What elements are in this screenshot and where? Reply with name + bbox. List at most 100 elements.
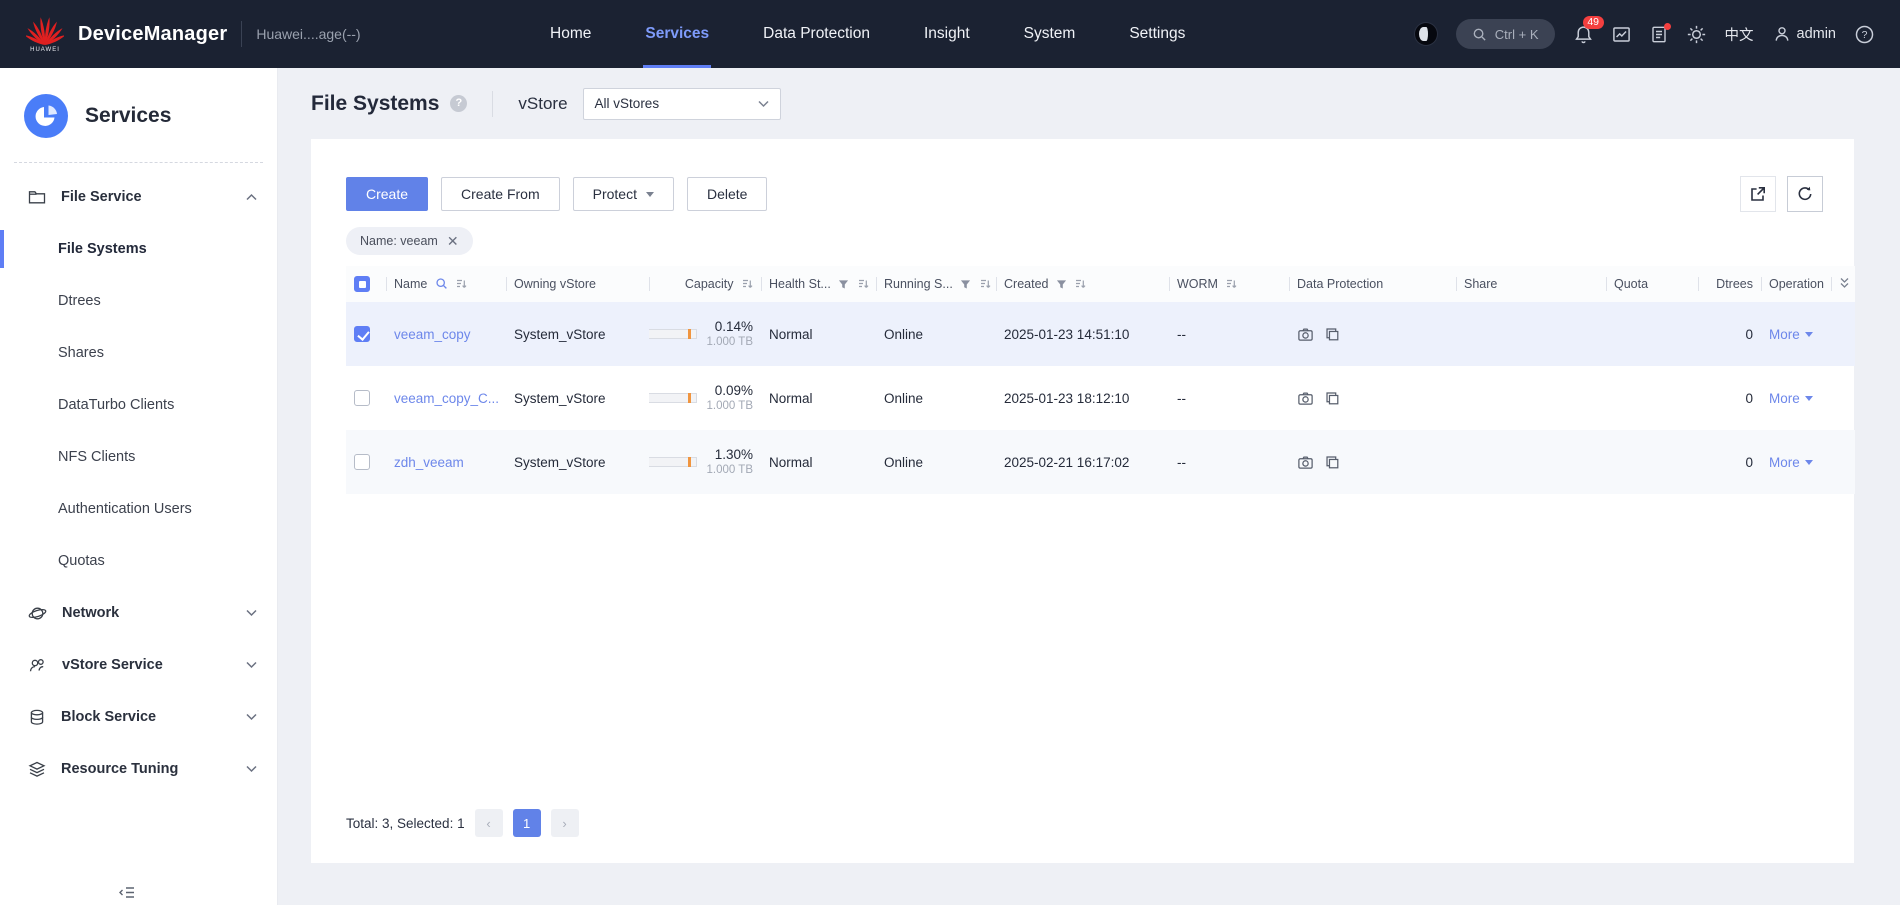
sort-icon[interactable] — [741, 278, 753, 290]
clone-copy-icon[interactable] — [1324, 390, 1341, 407]
snapshot-camera-icon[interactable] — [1297, 326, 1314, 343]
sidebar-item-shares[interactable]: Shares — [0, 327, 277, 379]
header-worm-label: WORM — [1177, 277, 1218, 291]
sort-icon[interactable] — [1074, 278, 1086, 290]
row-checkbox[interactable] — [354, 454, 370, 470]
header-worm[interactable]: WORM — [1169, 266, 1289, 302]
sidebar-item-authentication-users[interactable]: Authentication Users — [0, 483, 277, 535]
device-name[interactable]: Huawei....age(--) — [256, 26, 360, 42]
sidebar-group-resource-tuning[interactable]: Resource Tuning — [0, 743, 277, 795]
header-capacity[interactable]: Capacity — [649, 266, 761, 302]
filter-funnel-icon[interactable] — [1056, 279, 1067, 290]
sort-icon[interactable] — [979, 278, 991, 290]
protect-button[interactable]: Protect — [573, 177, 674, 211]
sidebar-group-block-service[interactable]: Block Service — [0, 691, 277, 743]
sort-icon[interactable] — [857, 278, 869, 290]
help-button[interactable]: ? — [1855, 25, 1874, 44]
performance-button[interactable] — [1612, 25, 1631, 44]
header-owning-vstore[interactable]: Owning vStore — [506, 266, 649, 302]
table-row[interactable]: veeam_copy_C... System_vStore 0.09% 1.00… — [346, 366, 1855, 430]
more-actions-link[interactable]: More — [1769, 455, 1813, 470]
running-status-cell: Online — [876, 302, 996, 366]
row-checkbox[interactable] — [354, 326, 370, 342]
filter-funnel-icon[interactable] — [838, 279, 849, 290]
nav-settings[interactable]: Settings — [1129, 0, 1185, 68]
capacity-total: 1.000 TB — [707, 399, 753, 414]
created-cell: 2025-02-21 16:17:02 — [996, 430, 1169, 494]
header-dtrees[interactable]: Dtrees — [1698, 266, 1761, 302]
capacity-cell: 0.14% 1.000 TB — [657, 318, 753, 350]
nav-system[interactable]: System — [1024, 0, 1076, 68]
pagination-prev-button[interactable]: ‹ — [475, 809, 503, 837]
header-health-label: Health St... — [769, 277, 831, 291]
header-running-status[interactable]: Running S... — [876, 266, 996, 302]
snapshot-camera-icon[interactable] — [1297, 390, 1314, 407]
logs-button[interactable] — [1650, 25, 1668, 44]
header-health-status[interactable]: Health St... — [761, 266, 876, 302]
clone-copy-icon[interactable] — [1324, 454, 1341, 471]
status-donut-icon[interactable] — [1415, 23, 1437, 45]
notifications-button[interactable]: 49 — [1574, 25, 1593, 44]
filter-tag-close-icon[interactable]: ✕ — [447, 234, 459, 248]
select-all-checkbox[interactable] — [354, 276, 370, 292]
column-search-icon[interactable] — [435, 277, 448, 290]
sidebar-group-vstore-service[interactable]: vStore Service — [0, 639, 277, 691]
more-label: More — [1769, 455, 1800, 470]
table-row[interactable]: veeam_copy System_vStore 0.14% 1.000 TB … — [346, 302, 1855, 366]
filesystem-name-link[interactable]: veeam_copy_C... — [394, 391, 499, 406]
quota-cell — [1606, 430, 1698, 494]
nav-services[interactable]: Services — [645, 0, 709, 68]
filesystem-name-link[interactable]: zdh_veeam — [394, 455, 464, 470]
sidebar-collapse-button[interactable] — [118, 885, 135, 905]
row-checkbox[interactable] — [354, 390, 370, 406]
pagination-next-button[interactable]: › — [551, 809, 579, 837]
nav-home[interactable]: Home — [550, 0, 591, 68]
capacity-cell: 1.30% 1.000 TB — [657, 446, 753, 478]
filesystem-name-link[interactable]: veeam_copy — [394, 327, 471, 342]
header-share[interactable]: Share — [1456, 266, 1606, 302]
header-column-settings[interactable] — [1831, 266, 1855, 302]
header-data-protection[interactable]: Data Protection — [1289, 266, 1456, 302]
vstore-selected-value: All vStores — [595, 96, 660, 111]
capacity-total: 1.000 TB — [707, 463, 753, 478]
snapshot-camera-icon[interactable] — [1297, 454, 1314, 471]
sidebar-item-dataturbo-clients[interactable]: DataTurbo Clients — [0, 379, 277, 431]
header-name[interactable]: Name — [386, 266, 506, 302]
sidebar-item-nfs-clients[interactable]: NFS Clients — [0, 431, 277, 483]
vstore-label: vStore — [518, 94, 567, 114]
settings-button[interactable] — [1687, 25, 1706, 44]
sort-icon[interactable] — [1225, 278, 1237, 290]
chevron-down-icon — [246, 765, 257, 773]
vstore-select[interactable]: All vStores — [583, 88, 781, 120]
more-actions-link[interactable]: More — [1769, 327, 1813, 342]
create-from-button[interactable]: Create From — [441, 177, 560, 211]
capacity-bar — [649, 393, 697, 403]
sidebar-item-quotas[interactable]: Quotas — [0, 535, 277, 587]
sort-icon[interactable] — [455, 278, 467, 290]
help-icon: ? — [1855, 25, 1874, 44]
export-button[interactable] — [1740, 176, 1776, 212]
user-menu[interactable]: admin — [1773, 25, 1837, 43]
owning-vstore-cell: System_vStore — [506, 302, 649, 366]
delete-button[interactable]: Delete — [687, 177, 767, 211]
chevron-down-icon — [246, 713, 257, 721]
pagination-page-1-button[interactable]: 1 — [513, 809, 541, 837]
header-quota[interactable]: Quota — [1606, 266, 1698, 302]
nav-insight[interactable]: Insight — [924, 0, 970, 68]
global-search[interactable]: Ctrl + K — [1456, 19, 1555, 49]
refresh-button[interactable] — [1787, 176, 1823, 212]
caret-down-icon — [1805, 460, 1813, 465]
filter-funnel-icon[interactable] — [960, 279, 971, 290]
language-switch[interactable]: 中文 — [1725, 24, 1754, 45]
more-actions-link[interactable]: More — [1769, 391, 1813, 406]
table-row[interactable]: zdh_veeam System_vStore 1.30% 1.000 TB N… — [346, 430, 1855, 494]
sidebar-group-file-service[interactable]: File Service — [0, 171, 277, 223]
nav-data-protection[interactable]: Data Protection — [763, 0, 870, 68]
page-help-icon[interactable]: ? — [450, 95, 467, 112]
clone-copy-icon[interactable] — [1324, 326, 1341, 343]
create-button[interactable]: Create — [346, 177, 428, 211]
sidebar-item-dtrees[interactable]: Dtrees — [0, 275, 277, 327]
header-created[interactable]: Created — [996, 266, 1169, 302]
sidebar-group-network[interactable]: Network — [0, 587, 277, 639]
sidebar-item-file-systems[interactable]: File Systems — [0, 223, 277, 275]
